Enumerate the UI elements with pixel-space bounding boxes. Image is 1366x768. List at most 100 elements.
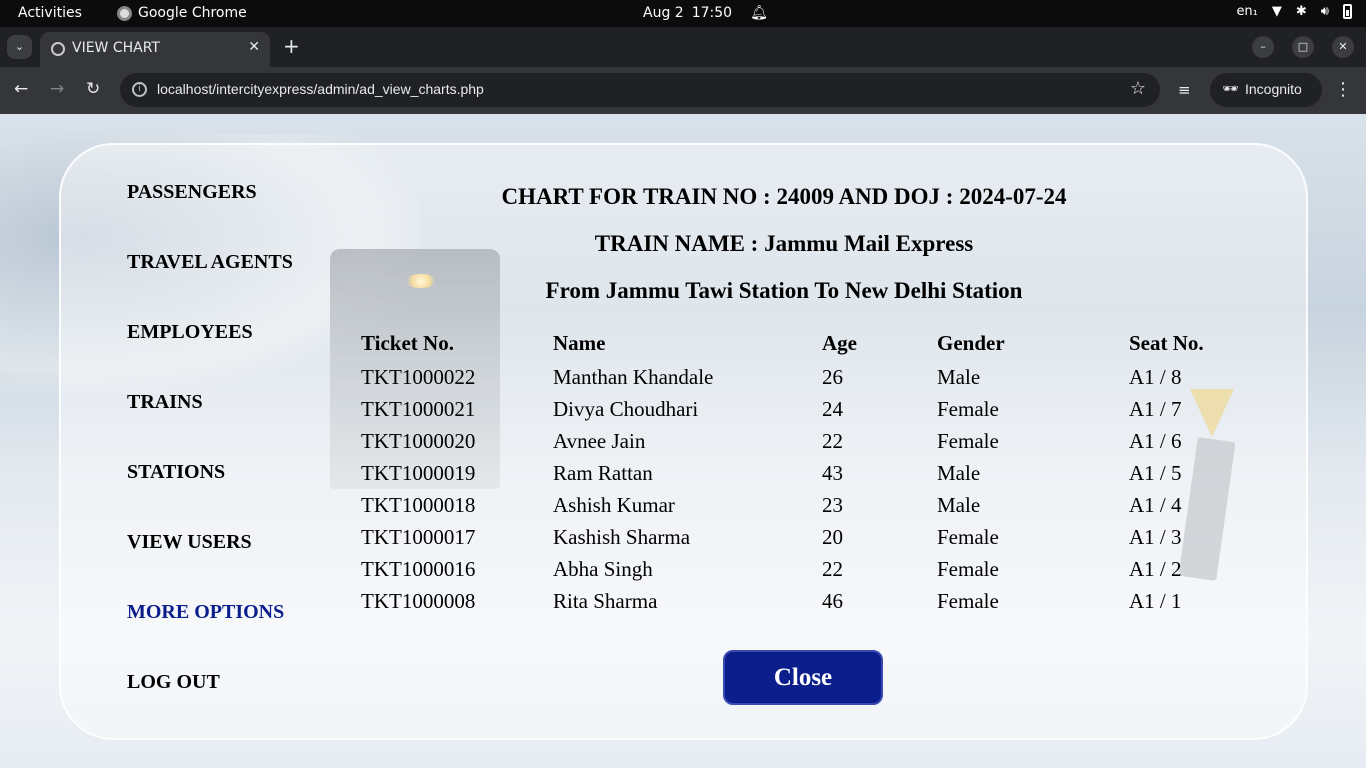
gender-cell: Female: [937, 396, 999, 421]
passenger-chart-table: Ticket No. Name Age Gender Seat No. TKT1…: [361, 326, 1249, 617]
seat-cell: A1 / 4: [1129, 492, 1182, 517]
table-header-row: Ticket No. Name Age Gender Seat No.: [361, 326, 1249, 361]
table-row: TKT1000017 Kashish Sharma 20 Female A1 /…: [361, 521, 1249, 553]
name-cell: Manthan Khandale: [553, 364, 714, 389]
incognito-indicator[interactable]: 🕶︎ Incognito: [1210, 73, 1322, 107]
battery-icon: [1343, 4, 1352, 19]
ticket-cell: TKT1000019: [361, 460, 476, 485]
reload-button[interactable]: ↻: [86, 79, 100, 99]
name-cell: Ram Rattan: [553, 460, 653, 485]
sidebar-item-stations[interactable]: STATIONS: [127, 461, 225, 484]
star-icon[interactable]: ☆: [1130, 78, 1146, 99]
bluetooth-icon: ✱: [1295, 4, 1307, 19]
ticket-cell: TKT1000020: [361, 428, 476, 453]
window-controls: – □ ✕: [1252, 36, 1354, 58]
tab-title: VIEW CHART: [72, 40, 160, 56]
age-cell: 22: [822, 428, 843, 453]
table-row: TKT1000019 Ram Rattan 43 Male A1 / 5: [361, 457, 1249, 489]
table-row: TKT1000022 Manthan Khandale 26 Male A1 /…: [361, 361, 1249, 393]
forward-button[interactable]: →: [50, 79, 64, 99]
table-row: TKT1000020 Avnee Jain 22 Female A1 / 6: [361, 425, 1249, 457]
info-icon[interactable]: i: [132, 82, 147, 97]
ticket-cell: TKT1000021: [361, 396, 476, 421]
column-header-ticket: Ticket No.: [361, 331, 454, 355]
gender-cell: Female: [937, 588, 999, 613]
close-window-button[interactable]: ✕: [1332, 36, 1354, 58]
system-tray[interactable]: en₁ ▼ ✱ 🔊︎: [1236, 4, 1352, 19]
age-cell: 22: [822, 556, 843, 581]
sidebar-item-log-out[interactable]: LOG OUT: [127, 671, 220, 694]
browser-toolbar: ← → ↻ i localhost/intercityexpress/admin…: [0, 67, 1366, 114]
sidebar-item-employees[interactable]: EMPLOYEES: [127, 321, 253, 344]
seat-cell: A1 / 1: [1129, 588, 1182, 613]
app-name: Google Chrome: [138, 5, 247, 21]
close-tab-icon[interactable]: ✕: [248, 39, 260, 55]
age-cell: 24: [822, 396, 843, 421]
chrome-menu-button[interactable]: ⋮: [1334, 79, 1352, 100]
name-cell: Abha Singh: [553, 556, 653, 581]
media-control-icon[interactable]: ≡: [1178, 81, 1191, 99]
bell-icon: 🔔︎: [750, 5, 768, 21]
chrome-icon: [117, 5, 132, 21]
chart-title: CHART FOR TRAIN NO : 24009 AND DOJ : 202…: [501, 184, 1067, 209]
address-bar[interactable]: i localhost/intercityexpress/admin/ad_vi…: [120, 73, 1160, 107]
globe-icon: [51, 42, 65, 56]
seat-cell: A1 / 6: [1129, 428, 1182, 453]
route-heading: From Jammu Tawi Station To New Delhi Sta…: [545, 278, 1023, 303]
incognito-icon: 🕶︎: [1222, 81, 1239, 96]
sidebar-item-passengers[interactable]: PASSENGERS: [127, 181, 257, 204]
back-button[interactable]: ←: [14, 79, 28, 99]
activities-button[interactable]: Activities: [18, 5, 82, 21]
app-menu[interactable]: Google Chrome: [117, 5, 247, 21]
age-cell: 26: [822, 364, 843, 389]
ticket-cell: TKT1000022: [361, 364, 476, 389]
ticket-cell: TKT1000016: [361, 556, 476, 581]
gender-cell: Male: [937, 460, 981, 485]
name-cell: Kashish Sharma: [553, 524, 691, 549]
sidebar-item-trains[interactable]: TRAINS: [127, 391, 203, 414]
train-name-heading: TRAIN NAME : Jammu Mail Express: [594, 231, 974, 256]
incognito-label: Incognito: [1245, 81, 1302, 97]
ticket-cell: TKT1000018: [361, 492, 476, 517]
age-cell: 46: [822, 588, 843, 613]
age-cell: 43: [822, 460, 843, 485]
minimize-button[interactable]: –: [1252, 36, 1274, 58]
column-header-gender: Gender: [937, 331, 1005, 355]
gender-cell: Female: [937, 428, 999, 453]
seat-cell: A1 / 8: [1129, 364, 1182, 389]
tab-view-chart[interactable]: VIEW CHART ✕: [40, 32, 270, 67]
sidebar-item-more-options[interactable]: MORE OPTIONS: [127, 601, 284, 624]
sidebar-item-view-users[interactable]: VIEW USERS: [127, 531, 252, 554]
column-header-name: Name: [553, 331, 606, 355]
column-header-seat: Seat No.: [1129, 331, 1204, 355]
clock-date: Aug 2: [643, 5, 684, 21]
new-tab-button[interactable]: +: [283, 34, 300, 58]
url-text[interactable]: localhost/intercityexpress/admin/ad_view…: [157, 81, 484, 97]
table-row: TKT1000018 Ashish Kumar 23 Male A1 / 4: [361, 489, 1249, 521]
sidebar-item-travel-agents[interactable]: TRAVEL AGENTS: [127, 251, 293, 274]
name-cell: Ashish Kumar: [553, 492, 675, 517]
age-cell: 20: [822, 524, 843, 549]
close-button[interactable]: Close: [723, 650, 883, 705]
restore-button[interactable]: □: [1292, 36, 1314, 58]
gender-cell: Male: [937, 492, 981, 517]
page-viewport: PASSENGERS TRAVEL AGENTS EMPLOYEES TRAIN…: [0, 114, 1366, 768]
table-row: TKT1000008 Rita Sharma 46 Female A1 / 1: [361, 585, 1249, 617]
name-cell: Divya Choudhari: [553, 396, 699, 421]
language-indicator[interactable]: en₁: [1236, 4, 1257, 19]
name-cell: Rita Sharma: [553, 588, 658, 613]
gender-cell: Male: [937, 364, 981, 389]
table-row: TKT1000016 Abha Singh 22 Female A1 / 2: [361, 553, 1249, 585]
age-cell: 23: [822, 492, 843, 517]
seat-cell: A1 / 7: [1129, 396, 1182, 421]
tab-search-button[interactable]: ⌄: [7, 35, 32, 59]
chart-panel: PASSENGERS TRAVEL AGENTS EMPLOYEES TRAIN…: [59, 143, 1308, 740]
ticket-cell: TKT1000017: [361, 524, 476, 549]
wifi-icon: ▼: [1271, 4, 1282, 19]
tab-strip: ⌄ VIEW CHART ✕ + – □ ✕: [0, 27, 1366, 67]
seat-cell: A1 / 5: [1129, 460, 1182, 485]
gender-cell: Female: [937, 524, 999, 549]
clock[interactable]: Aug 2 17:50 🔔︎: [643, 5, 768, 21]
volume-icon: 🔊︎: [1320, 4, 1329, 19]
table-row: TKT1000021 Divya Choudhari 24 Female A1 …: [361, 393, 1249, 425]
